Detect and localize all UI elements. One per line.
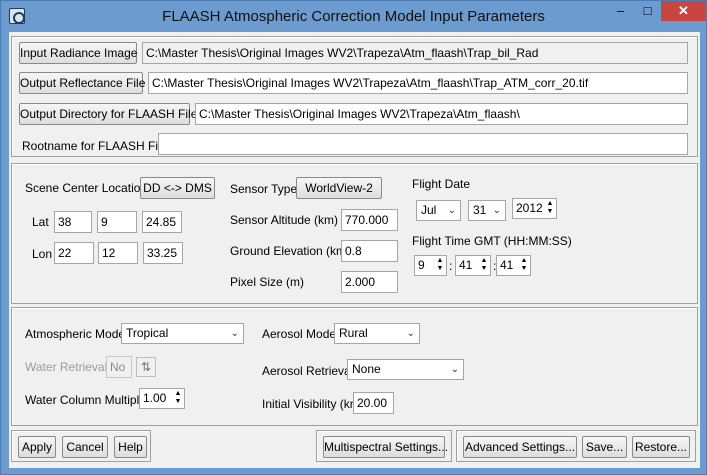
day-dropdown[interactable]: 31 ⌄ <box>468 200 506 221</box>
aerosol-model-value: Rural <box>339 326 368 340</box>
initial-visibility-label: Initial Visibility (km) <box>262 397 364 411</box>
cancel-button[interactable]: Cancel <box>62 436 108 458</box>
multispectral-settings-button[interactable]: Multispectral Settings... <box>323 436 448 458</box>
sensor-type-label: Sensor Type <box>230 182 298 196</box>
ground-elevation-label: Ground Elevation (km) <box>230 244 351 258</box>
window-title: FLAASH Atmospheric Correction Model Inpu… <box>162 8 545 25</box>
lat-label: Lat <box>32 215 49 229</box>
atmospheric-model-label: Atmospheric Model <box>25 327 128 341</box>
chevron-down-icon: ⌄ <box>447 205 456 216</box>
month-value: Jul <box>421 203 437 217</box>
chevron-down-icon: ⌄ <box>406 328 415 339</box>
pixel-size-field[interactable]: 2.000 <box>341 271 398 293</box>
lon-seconds-field[interactable]: 33.25 <box>143 242 183 264</box>
rootname-label: Rootname for FLAASH Files <box>22 139 174 153</box>
chevron-down-icon: ⌄ <box>450 364 459 375</box>
apply-button[interactable]: Apply <box>18 436 56 458</box>
hour-value: 9 <box>418 258 425 272</box>
hour-spinner[interactable]: 9 ▲ ▼ <box>414 255 447 276</box>
sensor-altitude-label: Sensor Altitude (km) <box>230 213 339 227</box>
spin-arrows-icon[interactable]: ▲ ▼ <box>435 257 445 274</box>
input-radiance-button[interactable]: Input Radiance Image <box>19 42 137 64</box>
aerosol-retrieval-label: Aerosol Retrieval <box>262 364 354 378</box>
initial-visibility-field[interactable]: 20.00 <box>353 392 394 414</box>
water-retrieval-field: No <box>106 356 132 378</box>
title-bar[interactable]: FLAASH Atmospheric Correction Model Inpu… <box>1 1 706 32</box>
output-directory-field[interactable]: C:\Master Thesis\Original Images WV2\Tra… <box>195 103 688 125</box>
chevron-down-icon: ⌄ <box>492 205 501 216</box>
water-column-spinner[interactable]: 1.00 ▲ ▼ <box>139 388 185 409</box>
lat-seconds-field[interactable]: 24.85 <box>142 211 182 233</box>
footer-right-group: Advanced Settings... Save... Restore... <box>456 430 696 462</box>
water-column-label: Water Column Multiplier <box>25 393 153 407</box>
lon-label: Lon <box>32 247 53 261</box>
day-value: 31 <box>473 203 487 217</box>
second-value: 41 <box>500 258 514 272</box>
month-dropdown[interactable]: Jul ⌄ <box>416 200 461 221</box>
lon-minutes-field[interactable]: 12 <box>98 242 138 264</box>
help-button[interactable]: Help <box>114 436 147 458</box>
close-button[interactable]: ✕ <box>661 1 706 21</box>
lon-degrees-field[interactable]: 22 <box>54 242 94 264</box>
year-spinner[interactable]: 2012 ▲ ▼ <box>512 198 557 219</box>
spin-arrows-icon[interactable]: ▲ ▼ <box>545 200 555 217</box>
footer-middle-group: Multispectral Settings... <box>316 430 452 462</box>
minimize-button[interactable]: – <box>607 1 634 21</box>
spin-arrows-icon[interactable]: ▲ ▼ <box>479 257 489 274</box>
files-panel: Input Radiance Image C:\Master Thesis\Or… <box>11 36 698 157</box>
water-retrieval-label: Water Retrieval <box>25 360 108 374</box>
atmospheric-model-dropdown[interactable]: Tropical ⌄ <box>121 323 244 344</box>
ground-elevation-field[interactable]: 0.8 <box>341 240 398 262</box>
aerosol-model-label: Aerosol Model <box>262 327 339 341</box>
spin-arrows-icon[interactable]: ▲ ▼ <box>519 257 529 274</box>
output-reflectance-button[interactable]: Output Reflectance File <box>19 72 145 94</box>
sensor-type-button[interactable]: WorldView-2 <box>296 177 382 199</box>
output-directory-button[interactable]: Output Directory for FLAASH Files <box>19 103 203 125</box>
pixel-size-label: Pixel Size (m) <box>230 275 305 289</box>
output-reflectance-field[interactable]: C:\Master Thesis\Original Images WV2\Tra… <box>148 72 688 94</box>
dd-dms-button[interactable]: DD <-> DMS <box>140 177 215 199</box>
advanced-settings-button[interactable]: Advanced Settings... <box>463 436 577 458</box>
chevron-down-icon: ⌄ <box>230 328 239 339</box>
year-value: 2012 <box>516 201 543 215</box>
time-separator: : <box>449 259 453 273</box>
input-radiance-field[interactable]: C:\Master Thesis\Original Images WV2\Tra… <box>142 42 688 64</box>
atmosphere-panel: Atmospheric Model Tropical ⌄ Water Retri… <box>11 307 698 426</box>
lat-minutes-field[interactable]: 9 <box>97 211 137 233</box>
lat-degrees-field[interactable]: 38 <box>54 211 92 233</box>
flight-time-label: Flight Time GMT (HH:MM:SS) <box>412 234 572 248</box>
sensor-altitude-field[interactable]: 770.000 <box>341 209 398 231</box>
minute-spinner[interactable]: 41 ▲ ▼ <box>455 255 491 276</box>
second-spinner[interactable]: 41 ▲ ▼ <box>496 255 531 276</box>
dialog-window: FLAASH Atmospheric Correction Model Inpu… <box>0 0 707 475</box>
toggle-icon: ⇅ <box>136 357 156 377</box>
aerosol-retrieval-dropdown[interactable]: None ⌄ <box>347 359 464 380</box>
minute-value: 41 <box>459 258 473 272</box>
footer-left-group: Apply Cancel Help <box>11 430 151 462</box>
aerosol-retrieval-value: None <box>352 362 381 376</box>
aerosol-model-dropdown[interactable]: Rural ⌄ <box>334 323 420 344</box>
atmospheric-model-value: Tropical <box>126 326 169 340</box>
maximize-button[interactable]: □ <box>634 1 661 21</box>
dialog-client-area: Input Radiance Image C:\Master Thesis\Or… <box>9 32 700 468</box>
scene-panel: Scene Center Location DD <-> DMS Lat 38 … <box>11 163 698 304</box>
water-column-value: 1.00 <box>143 391 167 405</box>
scene-center-label: Scene Center Location <box>25 181 148 195</box>
spin-arrows-icon[interactable]: ▲ ▼ <box>173 390 183 407</box>
save-button[interactable]: Save... <box>582 436 627 458</box>
rootname-field[interactable] <box>158 133 688 155</box>
flight-date-label: Flight Date <box>412 177 471 191</box>
restore-button[interactable]: Restore... <box>632 436 690 458</box>
